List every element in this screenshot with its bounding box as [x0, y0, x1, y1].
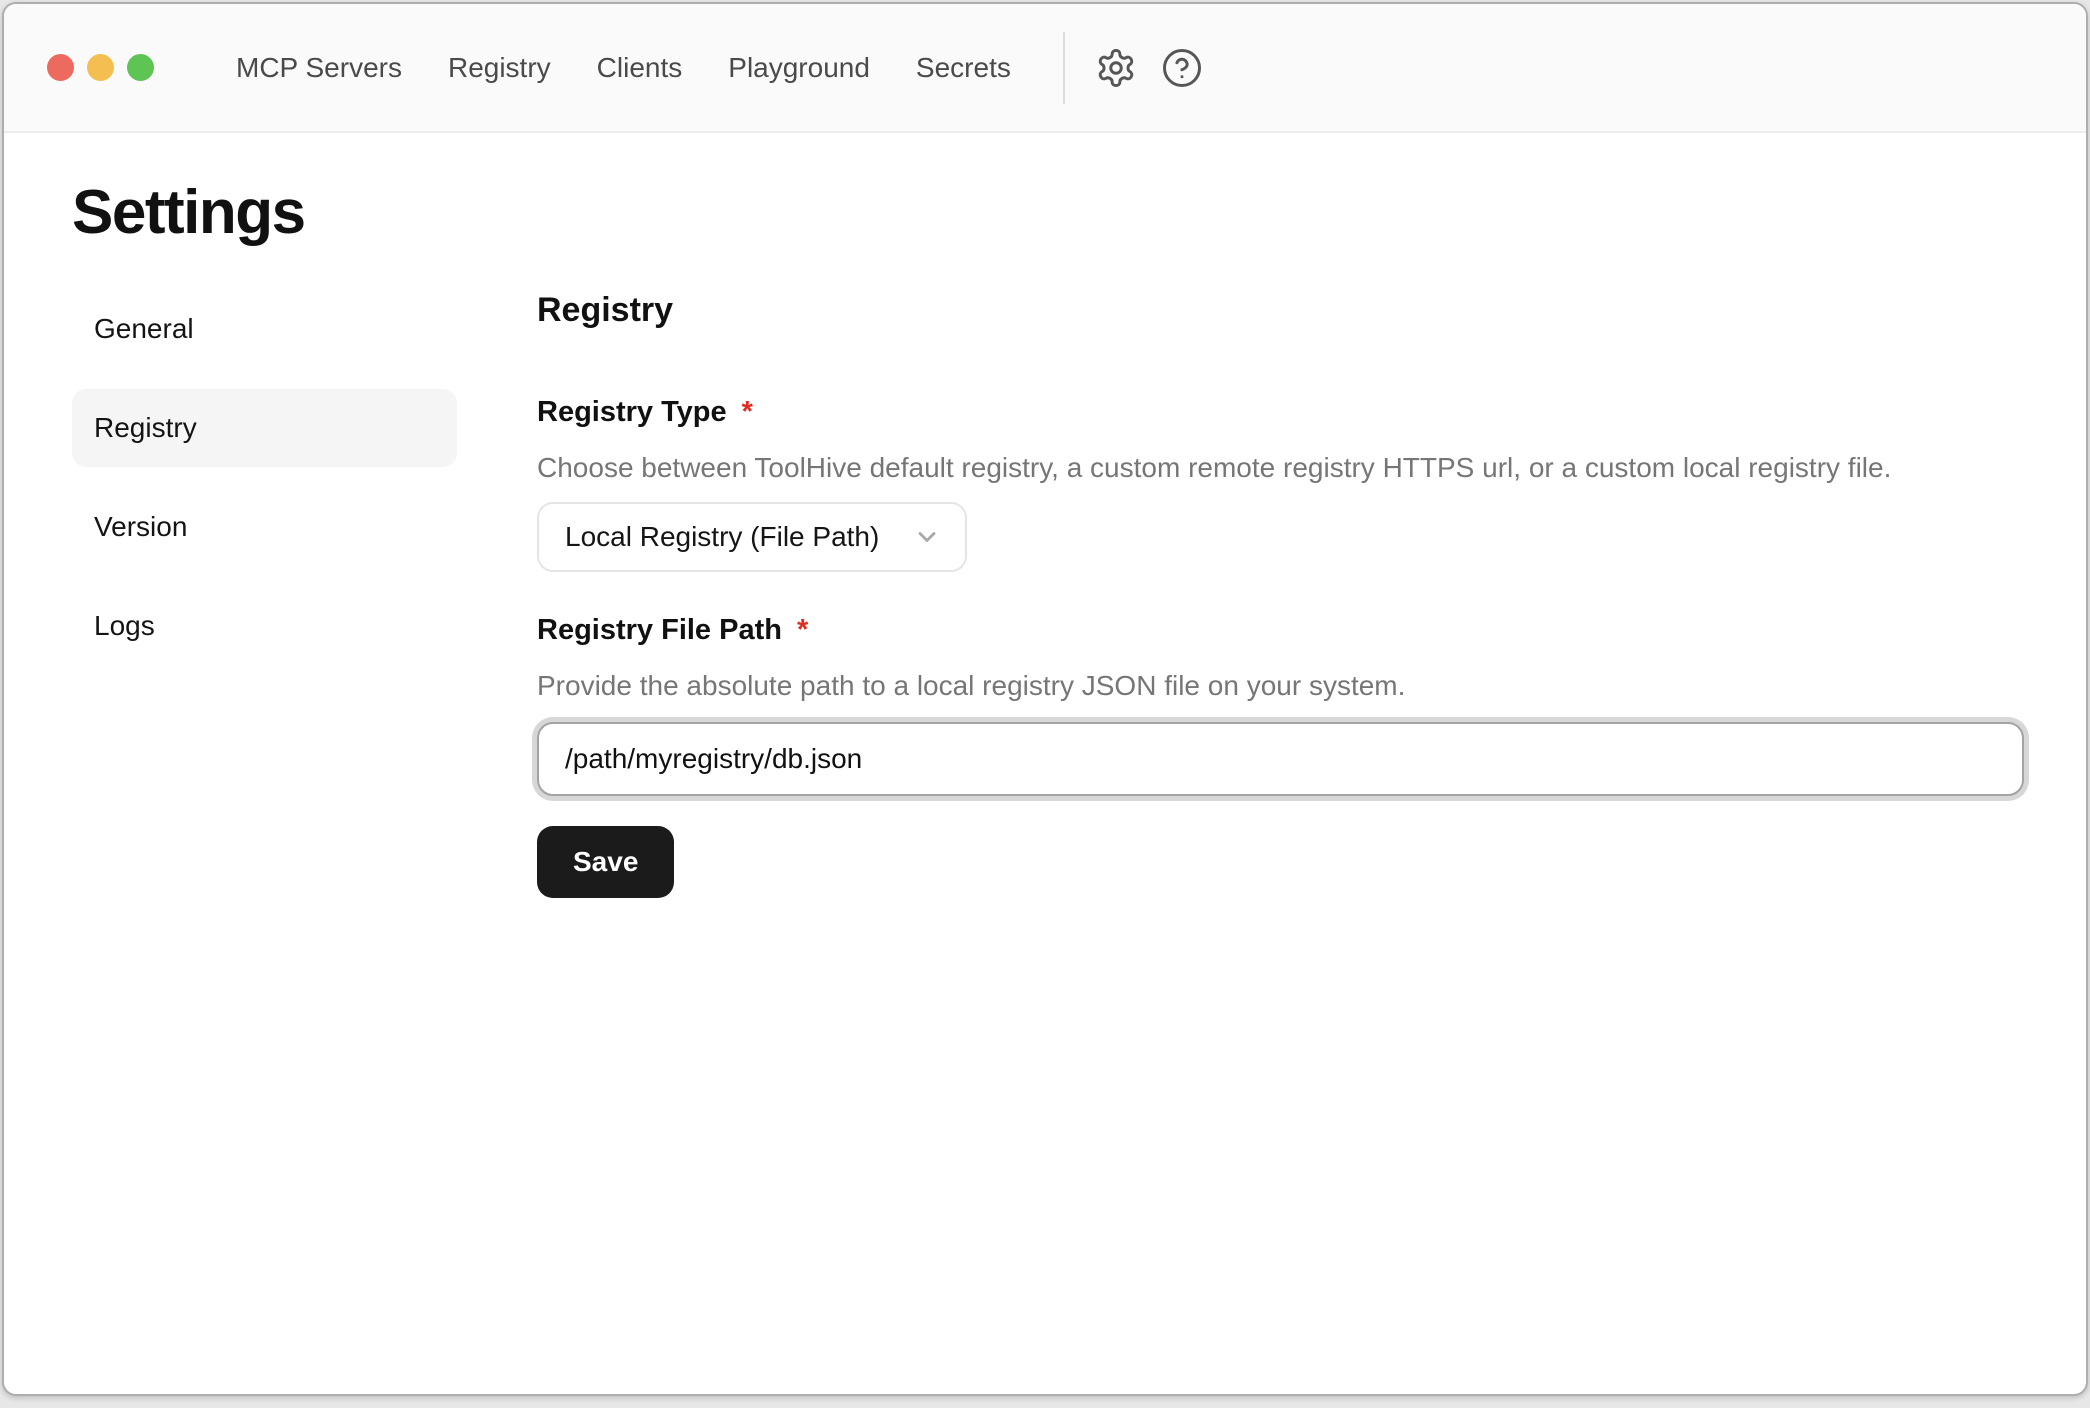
required-asterisk: * — [797, 614, 808, 647]
sidebar-item-label: Registry — [94, 412, 197, 444]
help-icon — [1161, 47, 1203, 89]
page-title: Settings — [72, 177, 2086, 248]
nav-item-secrets[interactable]: Secrets — [916, 52, 1011, 84]
help-button[interactable] — [1161, 47, 1203, 89]
settings-gear-icon — [1095, 47, 1137, 89]
chevron-down-icon — [913, 523, 941, 551]
registry-type-label: Registry Type — [537, 394, 727, 430]
close-window-button[interactable] — [47, 54, 74, 81]
nav-item-mcp-servers[interactable]: MCP Servers — [236, 52, 402, 84]
registry-type-select[interactable]: Local Registry (File Path) — [537, 502, 967, 572]
registry-type-description: Choose between ToolHive default registry… — [537, 450, 2024, 486]
registry-file-path-label-row: Registry File Path * — [537, 612, 2024, 648]
registry-type-selected-value: Local Registry (File Path) — [565, 521, 879, 553]
nav-item-registry[interactable]: Registry — [448, 52, 551, 84]
settings-button[interactable] — [1095, 47, 1137, 89]
titlebar: MCP Servers Registry Clients Playground … — [4, 4, 2086, 133]
required-asterisk: * — [742, 396, 753, 429]
registry-file-path-description: Provide the absolute path to a local reg… — [537, 668, 2024, 704]
sidebar-item-label: Version — [94, 511, 187, 543]
main-nav: MCP Servers Registry Clients Playground … — [236, 52, 1011, 84]
titlebar-divider — [1063, 32, 1065, 104]
window-controls — [47, 54, 154, 81]
sidebar-item-label: Logs — [94, 610, 155, 642]
maximize-window-button[interactable] — [127, 54, 154, 81]
registry-file-path-label: Registry File Path — [537, 612, 782, 648]
registry-settings-panel: Registry Registry Type * Choose between … — [537, 290, 2024, 898]
nav-item-playground[interactable]: Playground — [728, 52, 870, 84]
save-button[interactable]: Save — [537, 826, 674, 898]
sidebar-item-general[interactable]: General — [72, 290, 457, 368]
settings-sidebar: General Registry Version Logs — [72, 290, 457, 686]
content-heading: Registry — [537, 290, 2024, 330]
settings-page: Settings General Registry Version Logs R… — [4, 177, 2086, 898]
registry-file-path-input[interactable] — [537, 722, 2024, 796]
minimize-window-button[interactable] — [87, 54, 114, 81]
sidebar-item-label: General — [94, 313, 194, 345]
nav-item-clients[interactable]: Clients — [597, 52, 683, 84]
sidebar-item-registry[interactable]: Registry — [72, 389, 457, 467]
sidebar-item-version[interactable]: Version — [72, 488, 457, 566]
app-window: MCP Servers Registry Clients Playground … — [2, 2, 2088, 1396]
registry-type-label-row: Registry Type * — [537, 394, 2024, 430]
sidebar-item-logs[interactable]: Logs — [72, 587, 457, 665]
